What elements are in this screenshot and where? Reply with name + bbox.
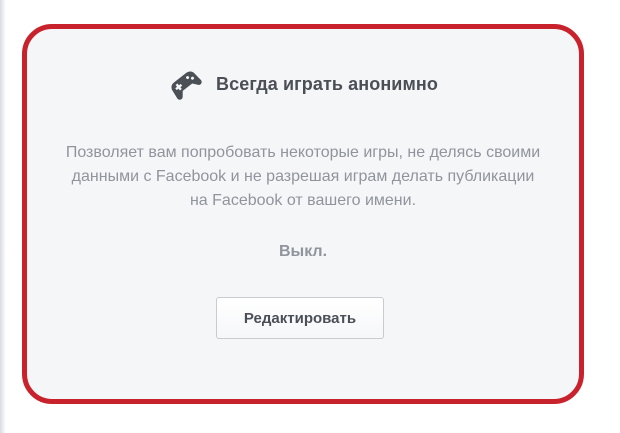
page-left-edge — [0, 0, 6, 433]
card-description: Позволяет вам попробовать некоторые игры… — [65, 144, 541, 209]
anonymous-play-card: Всегда играть анонимно Позволяет вам поп… — [22, 24, 584, 404]
gamepad-icon — [168, 67, 202, 101]
card-title: Всегда играть анонимно — [216, 73, 438, 94]
card-header: Всегда играть анонимно — [27, 67, 579, 101]
edit-button[interactable]: Редактировать — [216, 297, 384, 339]
status-text: Выкл. — [278, 243, 328, 260]
